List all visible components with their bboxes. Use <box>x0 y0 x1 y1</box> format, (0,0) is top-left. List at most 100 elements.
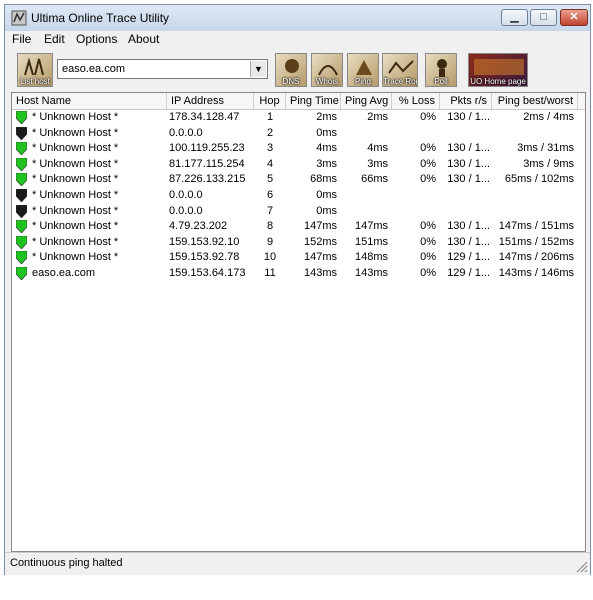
close-button[interactable]: ✕ <box>560 9 588 26</box>
ping-avg-cell: 4ms <box>367 142 388 155</box>
ping-time-cell: 2ms <box>316 111 337 123</box>
ping-avg-cell <box>341 188 390 203</box>
uo-home-page-label: UO Home page <box>470 77 526 86</box>
loss-cell: 0% <box>420 267 436 279</box>
status-shield-icon <box>16 189 27 202</box>
best-worst-cell: 143ms / 146ms <box>498 267 574 279</box>
close-icon: ✕ <box>569 11 579 23</box>
table-row[interactable]: easo.ea.com 159.153.64.173 11 143ms 143ms 0% 1… <box>12 266 585 281</box>
ping-time-cell: 0ms <box>316 189 337 201</box>
ping-avg-cell: 66ms <box>361 173 388 186</box>
ping-avg-cell: 2ms <box>367 111 388 123</box>
minimize-icon: ▁ <box>510 11 519 23</box>
maximize-button[interactable]: □ <box>530 9 557 26</box>
hop-cell: 5 <box>266 173 274 186</box>
table-row[interactable]: * Unknown Host * 159.153.92.78 10 147ms 148m… <box>12 250 585 265</box>
host-name-cell: * Unknown Host * <box>32 204 119 217</box>
ping-time-cell: 147ms <box>303 251 337 264</box>
trace-list[interactable]: Host Name IP Address Hop Ping Time Ping … <box>11 92 586 552</box>
whois-button[interactable]: Whois <box>311 53 343 87</box>
ip-cell: 0.0.0.0 <box>169 126 203 139</box>
hop-cell: 9 <box>266 235 274 248</box>
poll-icon <box>437 59 447 77</box>
pkts-cell <box>440 188 492 203</box>
ip-cell: 0.0.0.0 <box>169 189 203 201</box>
ping-avg-cell: 148ms <box>354 251 388 264</box>
pkts-cell: 130 / 1... <box>447 111 490 123</box>
table-row[interactable]: * Unknown Host * 0.0.0.0 2 0ms <box>12 126 585 141</box>
list-host-button[interactable]: List host <box>17 53 53 87</box>
col-pkts[interactable]: Pkts r/s <box>440 93 492 109</box>
hop-cell: 4 <box>266 157 274 170</box>
uo-home-page-button[interactable]: UO Home page <box>468 53 528 87</box>
host-name-cell: * Unknown Host * <box>32 235 119 248</box>
ping-label: Ping <box>354 77 371 86</box>
trace-route-button[interactable]: Trace Route <box>382 53 418 87</box>
status-shield-icon <box>16 235 27 249</box>
col-ping-best-worst[interactable]: Ping best/worst <box>492 93 578 109</box>
ip-cell: 4.79.23.202 <box>169 220 228 233</box>
hop-cell: 2 <box>266 126 274 139</box>
hop-cell: 7 <box>266 204 274 217</box>
best-worst-cell: 147ms / 206ms <box>498 251 574 264</box>
ping-avg-cell: 3ms <box>367 157 388 170</box>
dns-button[interactable]: DNS <box>275 53 307 87</box>
trace-route-label: Trace Route <box>383 77 417 86</box>
best-worst-cell: 147ms / 151ms <box>498 220 574 233</box>
ping-time-cell: 147ms <box>303 220 337 233</box>
best-worst-cell: 151ms / 152ms <box>498 235 574 248</box>
ping-time-cell: 0ms <box>316 204 337 217</box>
list-host-icon <box>24 57 44 76</box>
ping-time-cell: 3ms <box>316 157 337 170</box>
whois-icon <box>318 65 338 76</box>
menu-options[interactable]: Options <box>73 32 120 46</box>
resize-grip-icon[interactable] <box>576 561 588 573</box>
col-loss[interactable]: % Loss <box>392 93 440 109</box>
table-row[interactable]: * Unknown Host * 159.153.92.10 9 152ms 151ms… <box>12 235 585 250</box>
ip-cell: 81.177.115.254 <box>169 157 245 170</box>
table-row[interactable]: * Unknown Host * 178.34.128.47 1 2ms 2ms 0% 13… <box>12 110 585 125</box>
table-row[interactable]: * Unknown Host * 4.79.23.202 8 147ms 147ms 0%… <box>12 219 585 234</box>
ping-time-cell: 68ms <box>310 173 337 186</box>
table-row[interactable]: * Unknown Host * 81.177.115.254 4 3ms 3ms 0% 1… <box>12 157 585 172</box>
menu-file[interactable]: File <box>9 32 34 46</box>
loss-cell: 0% <box>420 220 436 233</box>
menu-edit[interactable]: Edit <box>41 32 68 46</box>
pkts-cell: 130 / 1... <box>447 235 490 248</box>
col-ping-time[interactable]: Ping Time <box>286 93 341 109</box>
ip-cell: 0.0.0.0 <box>169 204 203 217</box>
col-hop[interactable]: Hop <box>254 93 286 109</box>
status-text: Continuous ping halted <box>10 557 123 569</box>
col-host-name[interactable]: Host Name <box>12 93 167 109</box>
col-ip-address[interactable]: IP Address <box>167 93 254 109</box>
list-host-label: List host <box>20 77 50 86</box>
pkts-cell: 130 / 1... <box>447 173 490 186</box>
pkts-cell <box>440 204 492 219</box>
host-name-cell: * Unknown Host * <box>32 189 119 201</box>
host-name-cell: * Unknown Host * <box>32 251 119 264</box>
hop-cell: 6 <box>266 189 274 201</box>
table-row[interactable]: * Unknown Host * 100.119.255.23 3 4ms 4ms 0% 1… <box>12 141 585 156</box>
loss-cell: 0% <box>420 142 436 155</box>
host-name-cell: * Unknown Host * <box>32 157 119 170</box>
host-input[interactable] <box>60 61 250 77</box>
host-combobox[interactable]: ▼ <box>57 59 268 79</box>
status-shield-icon <box>16 267 27 280</box>
hop-cell: 11 <box>264 267 276 279</box>
poll-button[interactable]: Poll <box>425 53 457 87</box>
menu-about[interactable]: About <box>125 32 162 46</box>
chevron-down-icon[interactable]: ▼ <box>250 61 266 77</box>
table-row[interactable]: * Unknown Host * 0.0.0.0 6 0ms <box>12 188 585 203</box>
status-shield-icon <box>16 251 27 265</box>
minimize-button[interactable]: ▁ <box>501 9 528 26</box>
table-row[interactable]: * Unknown Host * 0.0.0.0 7 0ms <box>12 204 585 219</box>
ping-avg-cell: 151ms <box>354 235 388 248</box>
ping-button[interactable]: Ping <box>347 53 379 87</box>
hop-cell: 1 <box>266 111 274 123</box>
best-worst-cell: 2ms / 4ms <box>523 111 574 123</box>
table-row[interactable]: * Unknown Host * 87.226.133.215 5 68ms 66ms 0… <box>12 172 585 187</box>
title-bar[interactable]: Ultima Online Trace Utility ▁ □ ✕ <box>5 5 590 32</box>
col-ping-avg[interactable]: Ping Avg <box>341 93 392 109</box>
status-bar: Continuous ping halted <box>5 552 590 575</box>
ping-avg-cell <box>341 126 390 141</box>
